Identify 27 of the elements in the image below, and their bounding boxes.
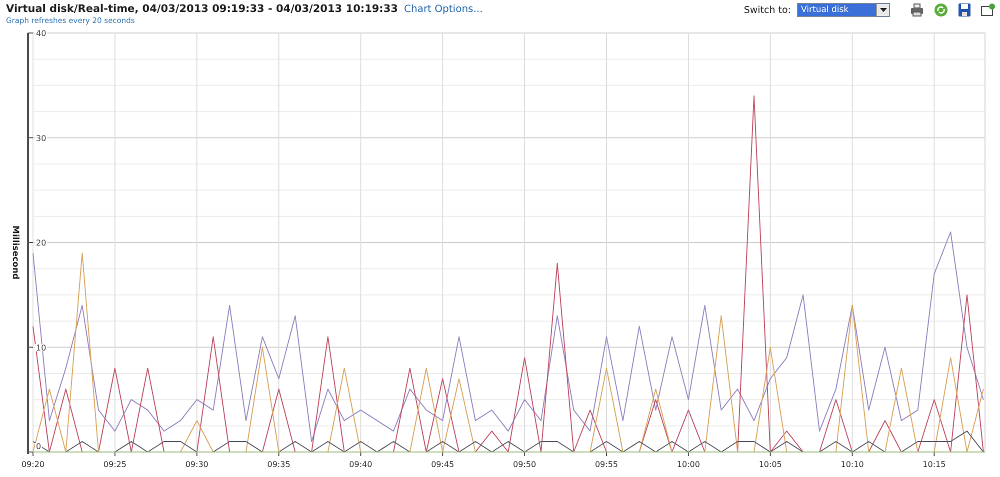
x-tick-label: 09:30 — [185, 460, 208, 469]
y-axis-label: Millisecond — [10, 226, 20, 280]
chart-title: Virtual disk/Real-time, 04/03/2013 09:19:33 - 04/03/2013 10:19:33 — [6, 3, 398, 15]
y-tick-label: 30 — [36, 134, 46, 143]
x-tick-label: 09:55 — [594, 460, 618, 469]
y-tick-label: 20 — [36, 238, 46, 248]
refresh-icon[interactable] — [934, 3, 948, 17]
switch-dropdown[interactable]: Virtual disk — [797, 3, 890, 17]
y-tick-label: 0 — [36, 442, 42, 451]
x-tick-label: 10:10 — [840, 460, 864, 469]
x-tick-label: 10:00 — [676, 460, 700, 469]
export-icon[interactable] — [981, 3, 996, 17]
x-tick-label: 09:25 — [103, 460, 126, 469]
y-tick-label: 10 — [36, 343, 46, 352]
caret-icon — [880, 8, 886, 12]
switch-label: Switch to: — [744, 4, 791, 16]
x-tick-label: 09:45 — [431, 460, 454, 469]
save-icon[interactable] — [958, 3, 971, 17]
x-tick-label: 09:20 — [21, 460, 45, 469]
x-tick-label: 09:40 — [349, 460, 372, 469]
y-tick-label: 40 — [36, 29, 46, 38]
x-tick-label: 09:35 — [267, 460, 290, 469]
chart-options-link[interactable]: Chart Options... — [404, 4, 483, 15]
x-tick-label: 10:15 — [922, 460, 946, 469]
printer-icon[interactable] — [910, 3, 924, 17]
x-tick-label: 10:05 — [758, 460, 782, 469]
x-tick-label: 09:50 — [513, 460, 536, 469]
